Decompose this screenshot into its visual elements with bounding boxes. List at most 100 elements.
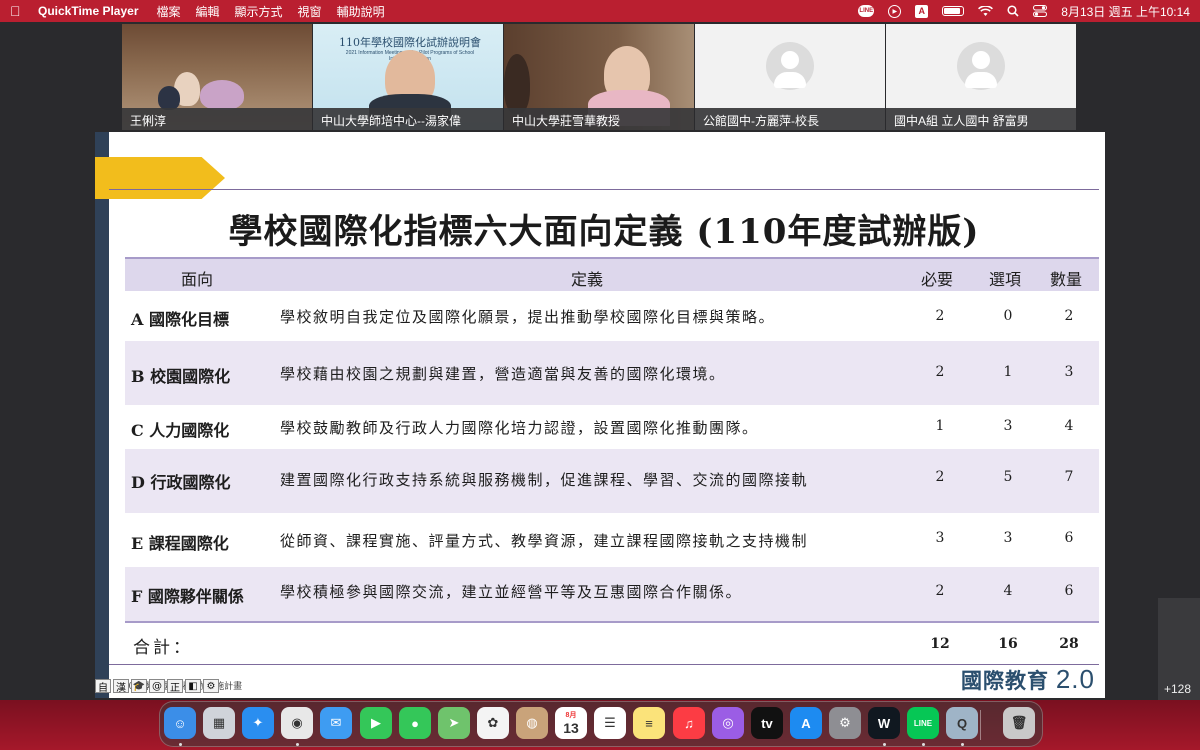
participant-tile[interactable]: 中山大學莊雪華教授 — [504, 24, 694, 130]
table-row: B 校園國際化 學校藉由校園之規劃與建置，營造適當與友善的國際化環境。 2 1 … — [125, 341, 1099, 405]
line-app-icon[interactable]: LINE — [907, 707, 939, 739]
header-aspect: 面向 — [181, 270, 214, 289]
participant-name: 中山大學師培中心--湯家偉 — [313, 108, 503, 130]
webex-icon[interactable]: W — [868, 707, 900, 739]
battery-icon[interactable] — [942, 6, 965, 16]
header-count: 數量 — [1050, 270, 1083, 289]
row-optional: 3 — [1003, 418, 1013, 434]
row-optional: 5 — [1003, 469, 1013, 485]
menu-file[interactable]: 檔案 — [157, 3, 181, 20]
total-required: 12 — [930, 636, 950, 652]
ime-halfwidth-icon[interactable]: ◧ — [185, 679, 201, 693]
wifi-icon[interactable] — [978, 5, 994, 17]
divider — [109, 189, 1099, 190]
running-indicator — [961, 743, 964, 746]
avatar-placeholder-icon — [766, 42, 814, 90]
row-definition: 從師資、課程實施、評量方式、教學資源，建立課程國際接軌之支持機制 — [280, 532, 809, 550]
calendar-month-label: 8月 — [565, 712, 577, 719]
quicktime-icon[interactable]: Q — [946, 707, 978, 739]
app-store-icon[interactable]: A — [790, 707, 822, 739]
menu-help[interactable]: 輔助說明 — [337, 3, 385, 20]
table-row: E 課程國際化 從師資、課程實施、評量方式、教學資源，建立課程國際接軌之支持機制… — [125, 513, 1099, 567]
quicktime-window: 王俐淳 110年學校國際化試辦說明會 2021 Information Meet… — [0, 22, 1200, 700]
photos-icon[interactable]: ✿ — [477, 707, 509, 739]
menu-edit[interactable]: 編輯 — [196, 3, 220, 20]
participant-tile[interactable]: 國中A組 立人國中 舒富男 — [886, 24, 1076, 130]
total-label: 合計： — [133, 638, 193, 658]
search-icon[interactable] — [1007, 5, 1019, 17]
contacts-icon[interactable]: ◍ — [516, 707, 548, 739]
slide-arrow-shape — [95, 157, 225, 199]
ime-settings-icon[interactable]: ⚙ — [203, 679, 219, 693]
header-required: 必要 — [921, 270, 954, 289]
row-count: 3 — [1064, 364, 1074, 380]
row-optional: 3 — [1003, 530, 1013, 546]
participant-name: 王俐淳 — [122, 108, 312, 130]
finder-icon[interactable]: ☺ — [164, 707, 196, 739]
row-required: 1 — [935, 418, 945, 434]
dock: ☺ ▦ ✦ ◉ ✉ ▶ ● ➤ ✿ ◍ 8月 13 ☰ ≡ ♫ ◎ tv A ⚙ W LINE Q 🗑 — [159, 701, 1043, 747]
ime-zheng-button[interactable]: 正 — [167, 679, 183, 694]
table-row: D 行政國際化 建置國際化行政支持系統與服務機制，促進課程、學習、交流的國際接軌… — [125, 449, 1099, 513]
meeting-banner-title: 110年學校國際化試辦說明會 — [339, 36, 481, 49]
row-optional: 0 — [1003, 308, 1013, 324]
shared-slide: 學校國際化指標六大面向定義 (110年度試辦版) 面向 定義 必要 選項 數量 … — [95, 132, 1105, 698]
row-definition: 學校藉由校園之規劃與建置，營造適當與友善的國際化環境。 — [280, 365, 726, 383]
table-totals-row: 合計： 12 16 28 — [125, 629, 1099, 659]
notes-icon[interactable]: ≡ — [633, 707, 665, 739]
row-count: 6 — [1064, 583, 1074, 599]
row-count: 2 — [1064, 308, 1074, 324]
messages-icon[interactable]: ● — [399, 707, 431, 739]
launchpad-icon[interactable]: ▦ — [203, 707, 235, 739]
row-aspect: C 人力國際化 — [131, 421, 230, 440]
participant-tile-speaker[interactable]: 110年學校國際化試辦說明會 2021 Information Meeting … — [313, 24, 503, 130]
input-a-icon[interactable]: A — [915, 4, 929, 18]
line-icon[interactable]: LINE — [858, 5, 875, 17]
participant-name: 國中A組 立人國中 舒富男 — [886, 108, 1076, 130]
table-header: 面向 定義 必要 選項 數量 — [125, 257, 1099, 291]
ime-cap-icon[interactable]: 🎓 — [131, 679, 147, 693]
row-optional: 1 — [1003, 364, 1013, 380]
slide-title: 學校國際化指標六大面向定義 (110年度試辦版) — [228, 212, 980, 252]
row-required: 3 — [935, 530, 945, 546]
reminders-icon[interactable]: ☰ — [594, 707, 626, 739]
ime-at-button[interactable]: @ — [149, 679, 165, 693]
divider — [109, 664, 1099, 665]
apple-menu-icon[interactable]:  — [10, 3, 38, 19]
play-circle-icon[interactable]: ▶ — [888, 4, 902, 18]
participant-tile[interactable]: 王俐淳 — [122, 24, 312, 130]
trash-icon[interactable]: 🗑 — [1003, 707, 1035, 739]
menu-window[interactable]: 視窗 — [298, 3, 322, 20]
more-participants-count[interactable]: +128 — [1164, 682, 1191, 696]
running-indicator — [296, 743, 299, 746]
row-definition: 學校積極參與國際交流，建立並經營平等及互惠國際合作關係。 — [280, 583, 743, 601]
row-required: 2 — [935, 469, 945, 485]
row-required: 2 — [935, 583, 945, 599]
total-optional: 16 — [998, 636, 1018, 652]
control-center-icon[interactable] — [1033, 5, 1048, 17]
slide-accent-bar — [95, 132, 109, 698]
chrome-icon[interactable]: ◉ — [281, 707, 313, 739]
ime-self-button[interactable]: 自 — [95, 679, 111, 694]
table-row: F 國際夥伴關係 學校積極參與國際交流，建立並經營平等及互惠國際合作關係。 2 … — [125, 567, 1099, 621]
apple-tv-icon[interactable]: tv — [751, 707, 783, 739]
facetime-icon[interactable]: ▶ — [360, 707, 392, 739]
row-required: 2 — [935, 308, 945, 324]
header-definition: 定義 — [571, 270, 604, 289]
table-bottom-rule — [125, 621, 1099, 623]
ime-chinese-button[interactable]: 漢 — [113, 679, 129, 694]
menu-view[interactable]: 顯示方式 — [235, 3, 283, 20]
maps-icon[interactable]: ➤ — [438, 707, 470, 739]
row-definition: 建置國際化行政支持系統與服務機制，促進課程、學習、交流的國際接軌 — [280, 471, 809, 489]
podcasts-icon[interactable]: ◎ — [712, 707, 744, 739]
system-preferences-icon[interactable]: ⚙ — [829, 707, 861, 739]
row-count: 7 — [1064, 469, 1074, 485]
calendar-icon[interactable]: 8月 13 — [555, 707, 587, 739]
music-icon[interactable]: ♫ — [673, 707, 705, 739]
mail-icon[interactable]: ✉ — [320, 707, 352, 739]
row-optional: 4 — [1003, 583, 1013, 599]
participant-tile[interactable]: 公館國中-方麗萍-校長 — [695, 24, 885, 130]
menu-clock[interactable]: 8月13日 週五 上午10:14 — [1061, 3, 1190, 20]
app-menu[interactable]: QuickTime Player — [38, 4, 139, 18]
safari-icon[interactable]: ✦ — [242, 707, 274, 739]
